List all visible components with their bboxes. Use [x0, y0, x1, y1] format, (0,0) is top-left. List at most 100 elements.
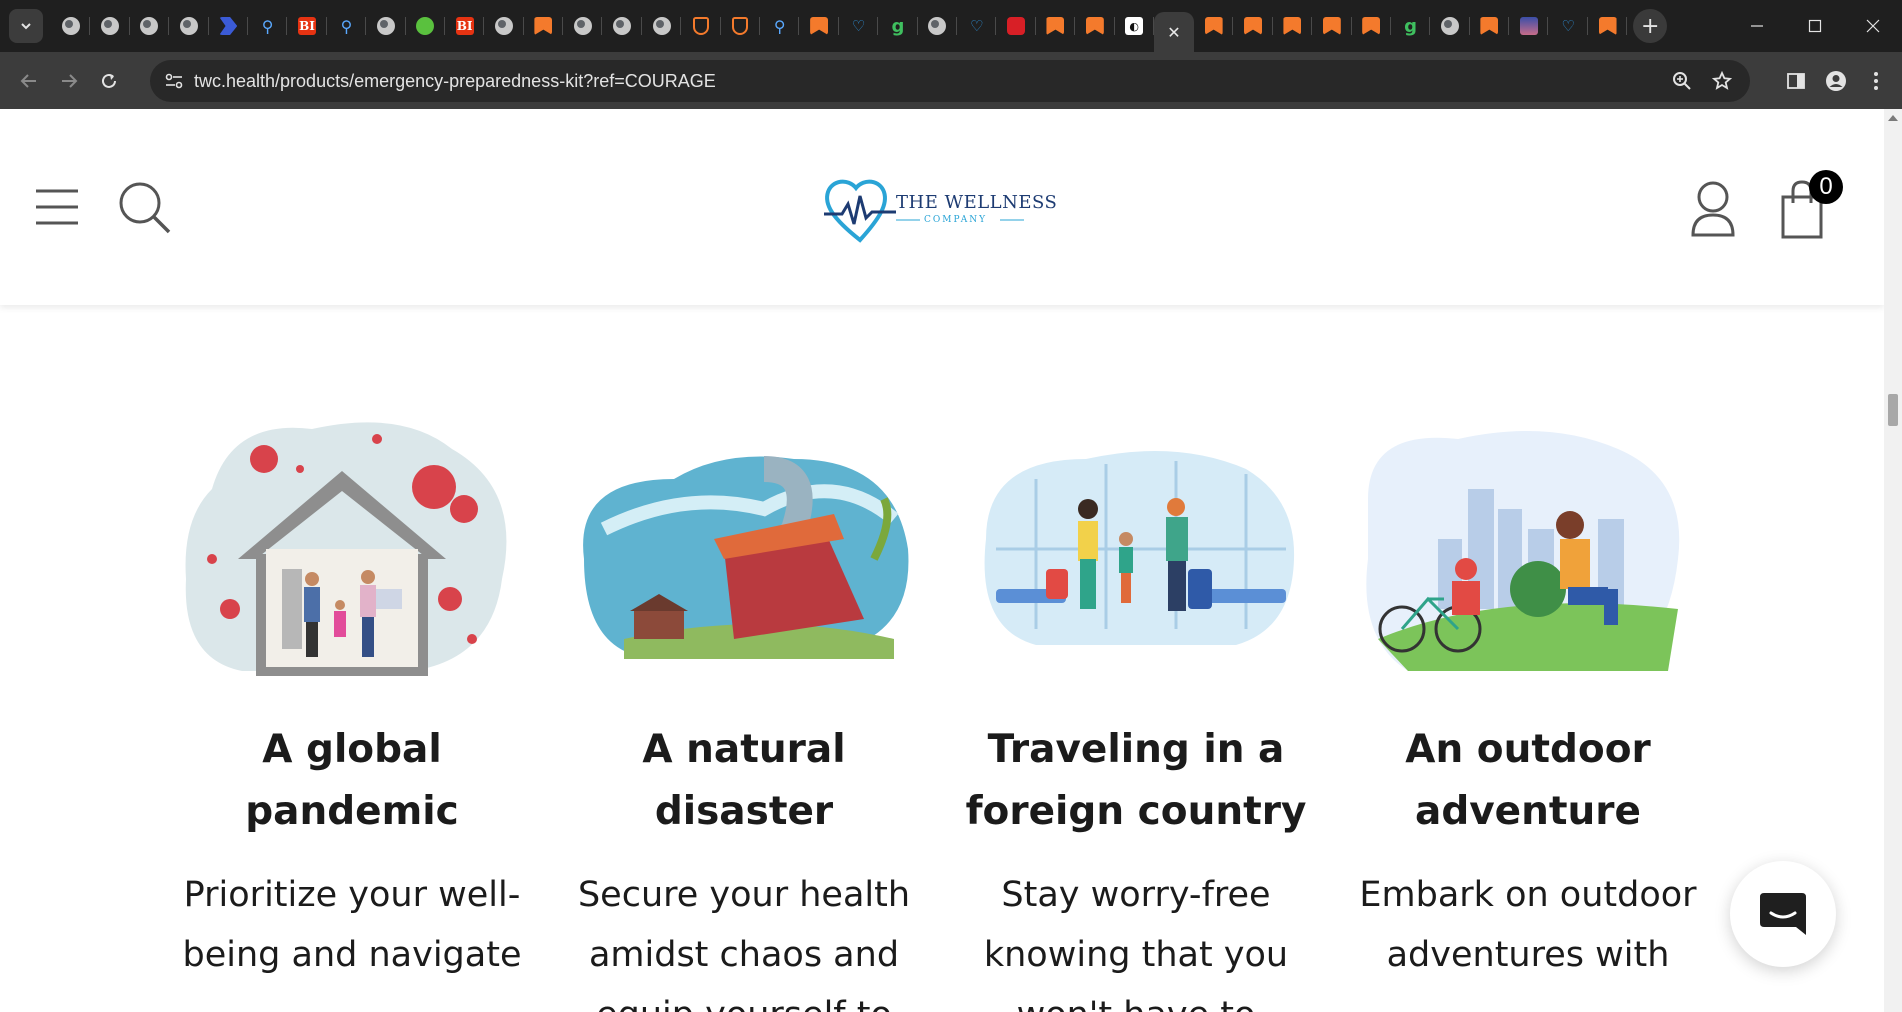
site-header: THE WELLNESS COMPANY 0: [0, 109, 1884, 305]
pandemic-illustration: [172, 409, 532, 689]
browser-tab[interactable]: [90, 0, 131, 52]
browser-tab[interactable]: BI: [445, 0, 485, 52]
browser-tab[interactable]: [799, 0, 840, 52]
arrow-favicon-icon: [219, 17, 238, 35]
globe-favicon-icon: [376, 17, 395, 35]
globe-favicon-icon: [101, 17, 120, 35]
bookmark-favicon-icon: [1204, 17, 1223, 35]
maximize-button[interactable]: [1786, 0, 1844, 52]
browser-tab[interactable]: [721, 0, 761, 52]
reload-button[interactable]: [89, 61, 129, 101]
red-favicon-icon: [1007, 17, 1026, 35]
browser-tab[interactable]: [1509, 0, 1549, 52]
site-info-icon[interactable]: [164, 71, 184, 91]
address-bar[interactable]: twc.health/products/emergency-preparedne…: [150, 60, 1750, 102]
browser-menu-button[interactable]: [1856, 61, 1896, 101]
search-favicon-icon: ⚲: [340, 16, 353, 36]
minimize-button[interactable]: [1728, 0, 1786, 52]
browser-tab[interactable]: [1588, 0, 1628, 52]
search-button[interactable]: [118, 181, 172, 239]
bookmark-star-button[interactable]: [1702, 61, 1742, 101]
browser-tab[interactable]: ♡: [957, 0, 997, 52]
browser-tab[interactable]: [1273, 0, 1313, 52]
browser-tab[interactable]: ⚲: [327, 0, 367, 52]
chat-widget-button[interactable]: [1730, 861, 1836, 967]
browser-tab[interactable]: ⚲: [248, 0, 288, 52]
browser-tab[interactable]: [1352, 0, 1392, 52]
bi-favicon-icon: BI: [455, 17, 474, 35]
browser-tab[interactable]: [366, 0, 406, 52]
zoom-button[interactable]: [1662, 61, 1702, 101]
search-icon: [119, 182, 171, 234]
scrollbar-thumb[interactable]: [1888, 394, 1898, 426]
page-viewport: THE WELLNESS COMPANY 0 A global pandemic…: [0, 109, 1884, 1012]
browser-tab[interactable]: ◐: [1115, 0, 1155, 52]
tab-search-button[interactable]: [9, 9, 43, 43]
browser-tab[interactable]: ♡: [839, 0, 879, 52]
browser-tab[interactable]: ⚲: [760, 0, 800, 52]
tab-list: ⚲ BI ⚲ BI ⚲ ♡ g ♡ ◐ ✕ g ♡: [51, 0, 1628, 52]
side-panel-button[interactable]: [1776, 61, 1816, 101]
browser-tab[interactable]: [1470, 0, 1510, 52]
shield-favicon-icon: [732, 17, 749, 35]
arrow-left-icon: [20, 73, 36, 88]
browser-tab[interactable]: [1233, 0, 1274, 52]
browser-tab[interactable]: [563, 0, 603, 52]
url-text[interactable]: twc.health/products/emergency-preparedne…: [194, 71, 716, 92]
profile-button[interactable]: [1816, 61, 1856, 101]
site-logo[interactable]: THE WELLNESS COMPANY: [822, 174, 1057, 244]
browser-tab[interactable]: BI: [287, 0, 328, 52]
browser-tab[interactable]: [1430, 0, 1471, 52]
menu-button[interactable]: [34, 187, 80, 231]
browser-tab[interactable]: [918, 0, 958, 52]
close-icon: [1866, 19, 1880, 33]
browser-tab[interactable]: g: [1391, 0, 1431, 52]
active-tab-close-button[interactable]: ✕: [1153, 12, 1194, 52]
account-button[interactable]: [1690, 181, 1736, 241]
globe-favicon-icon: [179, 17, 198, 35]
bookmark-favicon-icon: [1085, 17, 1104, 35]
dark-favicon-icon: ◐: [1125, 17, 1144, 35]
browser-tab[interactable]: [996, 0, 1037, 52]
browser-tab[interactable]: ♡: [1548, 0, 1589, 52]
feature-card-outdoor-adventure: An outdoor adventure Embark on outdoor a…: [1348, 409, 1708, 975]
browser-tab[interactable]: [1036, 0, 1076, 52]
page-scrollbar[interactable]: [1884, 109, 1902, 1012]
browser-tab[interactable]: [1075, 0, 1115, 52]
browser-tab[interactable]: [642, 0, 682, 52]
browser-toolbar: twc.health/products/emergency-preparedne…: [0, 52, 1902, 109]
reload-icon: [102, 73, 116, 88]
more-vertical-icon: [1874, 71, 1878, 90]
browser-tab[interactable]: [169, 0, 209, 52]
close-window-button[interactable]: [1844, 0, 1902, 52]
back-button[interactable]: [9, 61, 49, 101]
globe-favicon-icon: [494, 17, 513, 35]
browser-tab[interactable]: [602, 0, 643, 52]
browser-tab[interactable]: [130, 0, 170, 52]
browser-tab[interactable]: [1194, 0, 1234, 52]
scroll-up-arrow-icon[interactable]: [1888, 115, 1898, 121]
minimize-icon: [1751, 25, 1763, 27]
bi-favicon-icon: BI: [298, 17, 317, 35]
outdoor-adventure-illustration: [1348, 409, 1708, 689]
browser-tab[interactable]: [209, 0, 249, 52]
browser-tab[interactable]: [51, 0, 91, 52]
forward-button[interactable]: [49, 61, 89, 101]
browser-tab[interactable]: [681, 0, 722, 52]
browser-tab[interactable]: [1312, 0, 1352, 52]
browser-tab-strip: ⚲ BI ⚲ BI ⚲ ♡ g ♡ ◐ ✕ g ♡ +: [0, 0, 1902, 52]
browser-tab[interactable]: [406, 0, 446, 52]
bookmark-favicon-icon: [1283, 17, 1302, 35]
g-favicon-icon: g: [891, 15, 905, 37]
img-favicon-icon: [1519, 17, 1538, 35]
browser-tab[interactable]: g: [878, 0, 918, 52]
maximize-icon: [1808, 19, 1822, 33]
arrow-right-icon: [62, 73, 78, 88]
browser-tab[interactable]: [484, 0, 525, 52]
feature-card-natural-disaster: A natural disaster Secure your health am…: [564, 409, 924, 1012]
heart-favicon-icon: ♡: [1561, 17, 1575, 35]
profile-icon: [1826, 70, 1846, 91]
new-tab-button[interactable]: +: [1633, 9, 1668, 43]
browser-tab[interactable]: [524, 0, 564, 52]
globe-favicon-icon: [61, 17, 80, 35]
